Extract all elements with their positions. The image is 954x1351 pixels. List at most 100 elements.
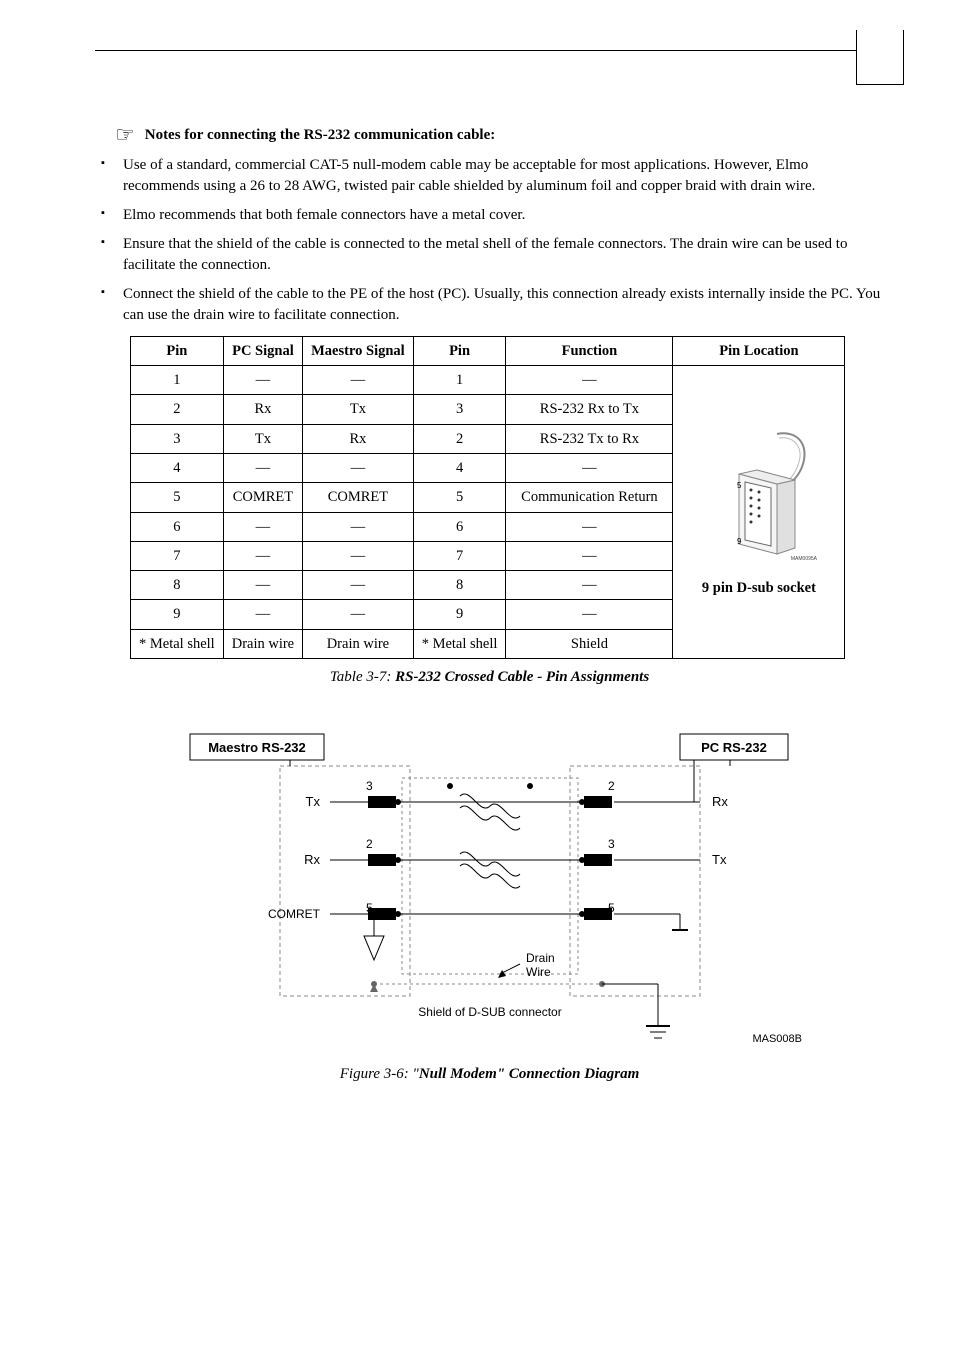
- col-header: PC Signal: [223, 336, 302, 365]
- cell: 8: [131, 571, 224, 600]
- cell: 5: [131, 483, 224, 512]
- hand-point-icon: ☜: [115, 120, 135, 151]
- cell: —: [506, 453, 673, 482]
- pin-location-cell: 5 9 MAM0095A 9 pin D-sub socket: [673, 366, 845, 659]
- caption-title: Null Modem" Connection Diagram: [419, 1066, 639, 1082]
- cell: COMRET: [303, 483, 414, 512]
- cell: * Metal shell: [131, 629, 224, 658]
- cell: COMRET: [223, 483, 302, 512]
- d-sub-connector-icon: 5 9 MAM0095A: [699, 426, 819, 576]
- cell: 1: [413, 366, 506, 395]
- cell: 2: [131, 395, 224, 424]
- cell: 6: [413, 512, 506, 541]
- cell: 4: [413, 453, 506, 482]
- notes-title: Notes for connecting the RS-232 communic…: [145, 125, 496, 146]
- cell: Communication Return: [506, 483, 673, 512]
- header-rule: [95, 50, 884, 90]
- svg-text:Tx: Tx: [712, 852, 727, 867]
- table-caption: Table 3-7: RS-232 Crossed Cable - Pin As…: [95, 667, 884, 688]
- svg-text:Shield of D-SUB connector: Shield of D-SUB connector: [418, 1005, 561, 1019]
- svg-text:Rx: Rx: [304, 852, 320, 867]
- svg-text:3: 3: [366, 779, 373, 793]
- cell: —: [223, 600, 302, 629]
- col-header: Maestro Signal: [303, 336, 414, 365]
- cell: 3: [413, 395, 506, 424]
- cell: —: [506, 541, 673, 570]
- cell: 4: [131, 453, 224, 482]
- cell: 9: [413, 600, 506, 629]
- cell: —: [506, 366, 673, 395]
- cell: Rx: [223, 395, 302, 424]
- cell: Shield: [506, 629, 673, 658]
- cell: Tx: [303, 395, 414, 424]
- connection-diagram: Maestro RS-232 PC RS-232 Tx Rx COMRET Rx…: [95, 716, 884, 1056]
- list-text: Elmo recommends that both female connect…: [123, 207, 525, 223]
- col-header: Pin: [131, 336, 224, 365]
- svg-text:COMRET: COMRET: [268, 907, 321, 921]
- cell: —: [303, 541, 414, 570]
- col-header: Pin: [413, 336, 506, 365]
- cell: —: [303, 366, 414, 395]
- cell: 7: [413, 541, 506, 570]
- notes-header: ☜ Notes for connecting the RS-232 commun…: [115, 120, 884, 151]
- list-item: Use of a standard, commercial CAT-5 null…: [95, 155, 884, 197]
- horizontal-rule: [95, 50, 884, 51]
- notes-list: Use of a standard, commercial CAT-5 null…: [95, 155, 884, 326]
- svg-text:5: 5: [737, 481, 742, 490]
- cell: 7: [131, 541, 224, 570]
- col-header: Function: [506, 336, 673, 365]
- svg-text:2: 2: [608, 779, 615, 793]
- cell: —: [303, 453, 414, 482]
- caption-prefix: Figure 3-6: ": [340, 1066, 419, 1082]
- svg-text:Maestro RS-232: Maestro RS-232: [208, 740, 306, 755]
- cell: 5: [413, 483, 506, 512]
- null-modem-diagram-icon: Maestro RS-232 PC RS-232 Tx Rx COMRET Rx…: [170, 716, 810, 1056]
- svg-text:MAM0095A: MAM0095A: [791, 556, 818, 562]
- pin-location-caption: 9 pin D-sub socket: [702, 578, 816, 598]
- page-tab-box: [856, 30, 904, 85]
- cell: 1: [131, 366, 224, 395]
- list-text: Use of a standard, commercial CAT-5 null…: [123, 157, 815, 194]
- cell: —: [303, 600, 414, 629]
- list-item: Elmo recommends that both female connect…: [95, 205, 884, 226]
- cell: RS-232 Rx to Tx: [506, 395, 673, 424]
- svg-text:MAS008B: MAS008B: [752, 1033, 802, 1045]
- cell: Tx: [223, 424, 302, 453]
- cell: 6: [131, 512, 224, 541]
- list-item: Connect the shield of the cable to the P…: [95, 284, 884, 326]
- cell: —: [506, 512, 673, 541]
- caption-prefix: Table 3-7:: [330, 669, 395, 685]
- cell: 8: [413, 571, 506, 600]
- cell: —: [223, 571, 302, 600]
- list-item: Ensure that the shield of the cable is c…: [95, 234, 884, 276]
- svg-text:2: 2: [366, 837, 373, 851]
- cell: Drain wire: [223, 629, 302, 658]
- cell: —: [303, 571, 414, 600]
- cell: * Metal shell: [413, 629, 506, 658]
- pin-assignment-table: Pin PC Signal Maestro Signal Pin Functio…: [130, 336, 845, 659]
- cell: —: [223, 512, 302, 541]
- cell: Rx: [303, 424, 414, 453]
- cell: —: [223, 541, 302, 570]
- cell: —: [223, 453, 302, 482]
- svg-text:Drain: Drain: [526, 951, 555, 965]
- svg-text:Wire: Wire: [526, 965, 551, 979]
- svg-text:Tx: Tx: [305, 794, 320, 809]
- caption-title: RS-232 Crossed Cable - Pin Assignments: [395, 669, 649, 685]
- svg-text:Rx: Rx: [712, 794, 728, 809]
- list-text: Connect the shield of the cable to the P…: [123, 286, 880, 323]
- cell: 9: [131, 600, 224, 629]
- cell: —: [303, 512, 414, 541]
- cell: —: [223, 366, 302, 395]
- cell: —: [506, 600, 673, 629]
- svg-text:3: 3: [608, 837, 615, 851]
- svg-text:PC RS-232: PC RS-232: [701, 740, 767, 755]
- figure-caption: Figure 3-6: "Null Modem" Connection Diag…: [95, 1064, 884, 1085]
- cell: —: [506, 571, 673, 600]
- cell: RS-232 Tx to Rx: [506, 424, 673, 453]
- list-text: Ensure that the shield of the cable is c…: [123, 236, 847, 273]
- cell: 2: [413, 424, 506, 453]
- svg-text:9: 9: [737, 537, 742, 546]
- cell: Drain wire: [303, 629, 414, 658]
- col-header: Pin Location: [673, 336, 845, 365]
